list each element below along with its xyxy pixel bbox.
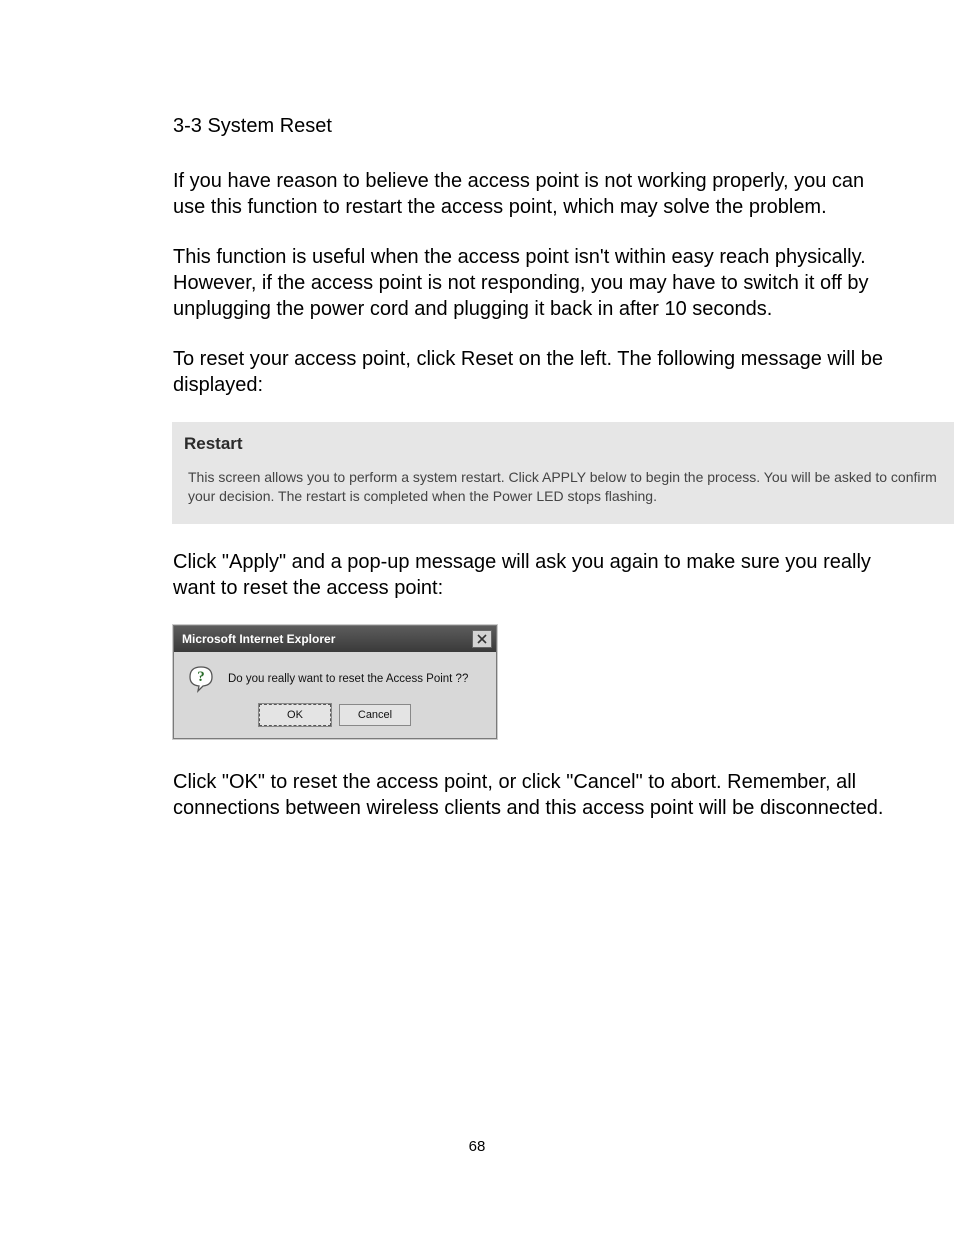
paragraph: To reset your access point, click Reset …	[173, 346, 884, 398]
dialog-message: Do you really want to reset the Access P…	[228, 673, 468, 685]
restart-panel-desc: This screen allows you to perform a syst…	[184, 468, 944, 506]
dialog-button-row: OK Cancel	[174, 702, 496, 738]
dialog-body: ? Do you really want to reset the Access…	[174, 652, 496, 702]
paragraph: If you have reason to believe the access…	[173, 168, 884, 220]
svg-text:?: ?	[197, 669, 205, 685]
page-number: 68	[0, 1138, 954, 1155]
cancel-button[interactable]: Cancel	[339, 704, 411, 726]
dialog-title-text: Microsoft Internet Explorer	[182, 632, 335, 646]
question-icon: ?	[186, 664, 216, 694]
ok-button[interactable]: OK	[259, 704, 331, 726]
paragraph: Click "OK" to reset the access point, or…	[173, 769, 884, 821]
paragraph: Click "Apply" and a pop-up message will …	[173, 549, 884, 601]
paragraph: This function is useful when the access …	[173, 244, 884, 322]
dialog-titlebar: Microsoft Internet Explorer	[174, 626, 496, 652]
confirm-dialog: Microsoft Internet Explorer ? Do you rea…	[173, 625, 497, 739]
page-content: 3-3 System Reset If you have reason to b…	[0, 0, 954, 821]
section-title: 3-3 System Reset	[173, 115, 884, 138]
close-icon[interactable]	[472, 630, 492, 648]
restart-panel: Restart This screen allows you to perfor…	[172, 422, 954, 524]
restart-panel-title: Restart	[184, 434, 944, 454]
